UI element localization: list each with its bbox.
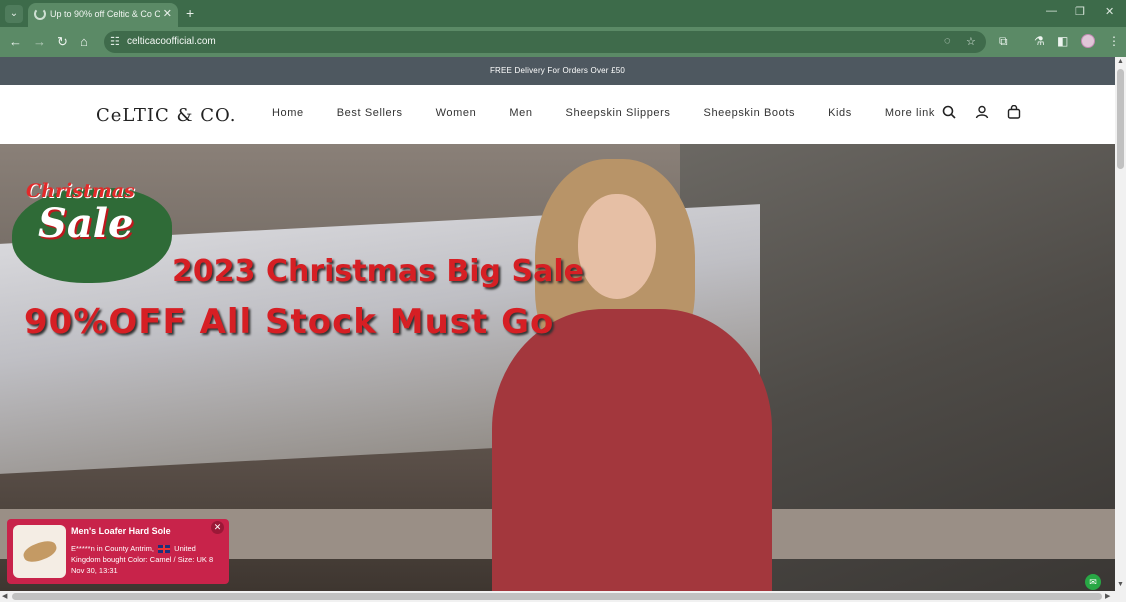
kebab-menu-icon[interactable]: ⋮ <box>1108 34 1120 48</box>
forward-arrow-icon[interactable]: → <box>33 34 46 49</box>
browser-tab[interactable]: Up to 90% off Celtic & Co Celtic ✕ <box>28 3 178 27</box>
uk-flag-icon <box>158 545 171 554</box>
menu-item-best-sellers[interactable]: Best Sellers <box>337 107 403 119</box>
vertical-scrollbar[interactable]: ▲ ▼ <box>1115 57 1126 591</box>
tab-search-chevron-down-icon[interactable]: ⌄ <box>5 5 23 23</box>
badge-line2: Sale <box>38 200 134 247</box>
popup-line3: Nov 30, 13:31 <box>71 566 118 575</box>
tab-close-icon[interactable]: ✕ <box>163 7 172 20</box>
side-panel-icon[interactable]: ◧ <box>1057 34 1068 48</box>
window-close-icon[interactable]: ✕ <box>1105 5 1114 18</box>
bookmark-star-icon[interactable]: ☆ <box>966 35 976 48</box>
horizontal-scrollbar[interactable]: ◀ ▶ <box>0 591 1126 602</box>
new-tab-button[interactable]: + <box>186 5 194 21</box>
search-icon[interactable] <box>942 105 956 122</box>
shopping-bag-icon[interactable] <box>1007 104 1021 122</box>
loafer-image <box>21 537 59 566</box>
hero-model-face <box>578 194 656 299</box>
loading-spinner-icon <box>34 8 46 20</box>
user-icon[interactable] <box>975 105 989 122</box>
restore-icon[interactable]: ❐ <box>1075 5 1085 18</box>
scroll-left-icon[interactable]: ◀ <box>2 592 7 600</box>
popup-line2: Kingdom bought Color: Camel / Size: UK 8 <box>71 555 214 564</box>
main-menu: Home Best Sellers Women Men Sheepskin Sl… <box>272 107 968 119</box>
puzzle-icon[interactable]: ⧉ <box>999 34 1008 49</box>
labs-icon[interactable]: ⚗ <box>1034 34 1045 48</box>
menu-item-sheepskin-boots[interactable]: Sheepskin Boots <box>704 107 796 119</box>
vertical-scroll-thumb[interactable] <box>1117 69 1124 169</box>
scroll-up-icon[interactable]: ▲ <box>1117 58 1124 65</box>
minimize-icon[interactable]: — <box>1046 5 1057 17</box>
scroll-down-icon[interactable]: ▼ <box>1117 581 1124 588</box>
url-text[interactable]: celticacoofficial.com <box>127 36 216 47</box>
site-logo[interactable]: CeLTIC & CO. <box>96 105 236 126</box>
product-thumbnail[interactable] <box>13 525 66 578</box>
reload-icon[interactable]: ↻ <box>57 34 68 50</box>
popup-body: E*****n in County Antrim, United Kingdom… <box>71 543 223 576</box>
back-arrow-icon[interactable]: ← <box>9 34 22 49</box>
site-info-icon[interactable]: ☷ <box>110 35 120 48</box>
menu-item-kids[interactable]: Kids <box>828 107 852 119</box>
hero-headline: 2023 Christmas Big Sale <box>172 254 584 289</box>
recent-purchase-popup[interactable]: Men's Loafer Hard Sole E*****n in County… <box>7 519 229 584</box>
hero-subheadline: 90%OFF All Stock Must Go <box>24 302 555 342</box>
menu-item-women[interactable]: Women <box>436 107 477 119</box>
chat-icon[interactable]: ✉ <box>1085 574 1101 590</box>
hero-model-sweater <box>492 309 772 591</box>
site-header: CeLTIC & CO. Home Best Sellers Women Men… <box>0 85 1115 144</box>
badge-line1: Christmas <box>26 180 135 202</box>
address-bar[interactable]: ☷ celticacoofficial.com ◌ ☆ <box>104 31 986 53</box>
menu-item-more-link[interactable]: More link <box>885 107 935 119</box>
browser-toolbar: ← → ↻ ⌂ ☷ celticacoofficial.com ◌ ☆ ⧉ ⚗ … <box>0 27 1126 57</box>
menu-item-sheepskin-slippers[interactable]: Sheepskin Slippers <box>566 107 671 119</box>
scroll-right-icon[interactable]: ▶ <box>1105 592 1110 600</box>
promo-bar: FREE Delivery For Orders Over £50 <box>0 57 1115 85</box>
popup-product-title[interactable]: Men's Loafer Hard Sole <box>71 526 171 536</box>
popup-line1b: United <box>174 544 196 553</box>
profile-avatar[interactable] <box>1081 34 1095 48</box>
browser-tab-bar: ⌄ Up to 90% off Celtic & Co Celtic ✕ + —… <box>0 0 1126 27</box>
home-icon[interactable]: ⌂ <box>80 34 88 49</box>
tab-title: Up to 90% off Celtic & Co Celtic <box>50 9 160 19</box>
eye-off-icon[interactable]: ◌ <box>944 35 951 47</box>
menu-item-home[interactable]: Home <box>272 107 304 119</box>
popup-line1: E*****n in County Antrim, <box>71 544 154 553</box>
popup-close-icon[interactable]: ✕ <box>211 521 224 534</box>
horizontal-scroll-thumb[interactable] <box>12 593 1102 600</box>
christmas-sale-badge: Christmas Sale <box>12 178 172 283</box>
menu-item-men[interactable]: Men <box>509 107 532 119</box>
